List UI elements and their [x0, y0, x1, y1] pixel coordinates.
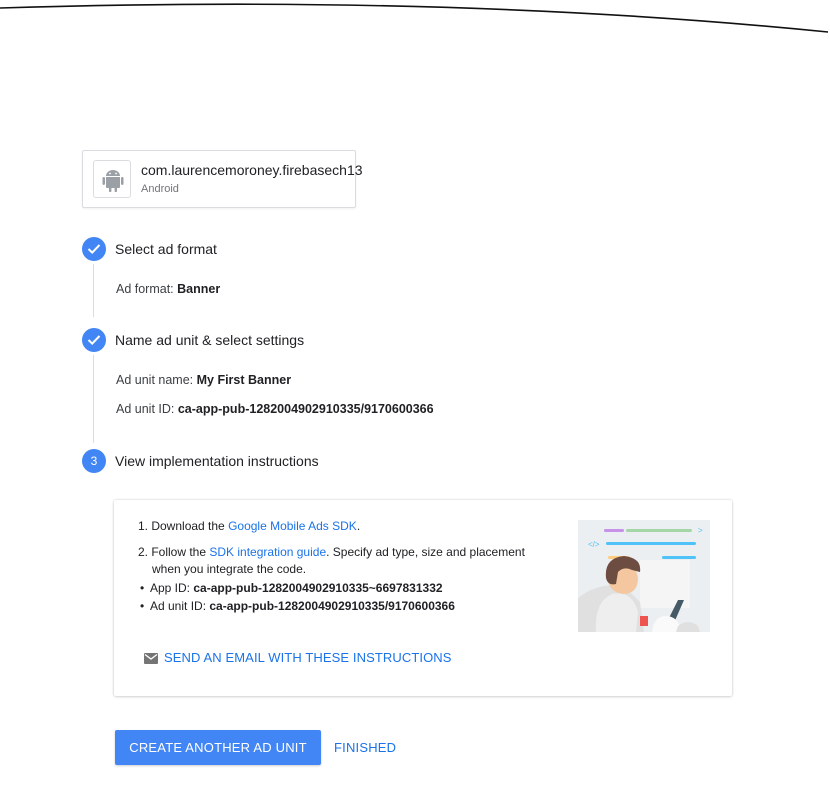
ad-unit-id-value: ca-app-pub-1282004902910335/9170600366 — [177, 402, 434, 416]
app-id-value: ca-app-pub-1282004902910335~6697831332 — [193, 581, 443, 595]
page-top-curve — [0, 3, 829, 33]
finished-button[interactable]: FINISHED — [328, 730, 402, 765]
step-1-check-icon — [82, 237, 106, 261]
step-connector — [93, 264, 94, 317]
ad-format-value: Banner — [177, 282, 221, 296]
ad-format-detail: Ad format: Banner — [116, 282, 220, 296]
app-package-name: com.laurencemoroney.firebasech13 — [141, 162, 363, 178]
ad-unit-id-label: Ad unit ID: — [116, 402, 178, 416]
instruction-1-suffix: . — [356, 519, 361, 533]
instructions-card: 1. Download the Google Mobile Ads SDK. 2… — [114, 500, 732, 696]
ad-format-label: Ad format: — [116, 282, 178, 296]
instruction-1-prefix: 1. Download the — [138, 519, 229, 533]
create-another-ad-unit-button[interactable]: CREATE ANOTHER AD UNIT — [115, 730, 321, 765]
step-3-title: View implementation instructions — [115, 453, 319, 469]
email-icon — [144, 653, 158, 664]
ad-unit-id-detail: Ad unit ID: ca-app-pub-1282004902910335/… — [116, 402, 434, 416]
android-icon — [93, 160, 131, 198]
developer-illustration: > </> — [578, 520, 710, 632]
svg-text:>: > — [698, 526, 703, 535]
step-3-number: 3 — [82, 449, 106, 473]
google-mobile-ads-sdk-link[interactable]: Google Mobile Ads SDK — [228, 519, 357, 533]
bullet-ad-unit-id-label: Ad unit ID: — [150, 599, 210, 613]
ad-unit-name-label: Ad unit name: — [116, 373, 197, 387]
step-2-title: Name ad unit & select settings — [115, 332, 305, 348]
step-1-title: Select ad format — [115, 241, 217, 257]
app-id-bullet: App ID: ca-app-pub-1282004902910335~6697… — [140, 581, 443, 595]
ad-unit-id-bullet: Ad unit ID: ca-app-pub-1282004902910335/… — [140, 599, 455, 613]
ad-unit-name-value: My First Banner — [196, 373, 292, 387]
code-mark-text: </> — [588, 540, 600, 549]
step-connector — [93, 355, 94, 443]
app-platform: Android — [141, 183, 179, 195]
instruction-2-line-2: when you integrate the code. — [152, 562, 307, 576]
app-card[interactable]: com.laurencemoroney.firebasech13 Android — [82, 150, 363, 208]
instruction-2-prefix: 2. Follow the — [138, 545, 210, 559]
instruction-2-suffix: . Specify ad type, size and placement — [326, 545, 525, 559]
instruction-item-1: 1. Download the Google Mobile Ads SDK. — [138, 518, 360, 535]
app-id-label: App ID: — [150, 581, 194, 595]
bullet-ad-unit-id-value: ca-app-pub-1282004902910335/9170600366 — [209, 599, 455, 613]
send-email-label: SEND AN EMAIL WITH THESE INSTRUCTIONS — [164, 650, 452, 665]
step-2-check-icon — [82, 328, 106, 352]
sdk-integration-guide-link[interactable]: SDK integration guide — [209, 545, 326, 559]
instruction-item-2: 2. Follow the SDK integration guide. Spe… — [138, 544, 525, 561]
ad-unit-name-detail: Ad unit name: My First Banner — [116, 373, 291, 387]
